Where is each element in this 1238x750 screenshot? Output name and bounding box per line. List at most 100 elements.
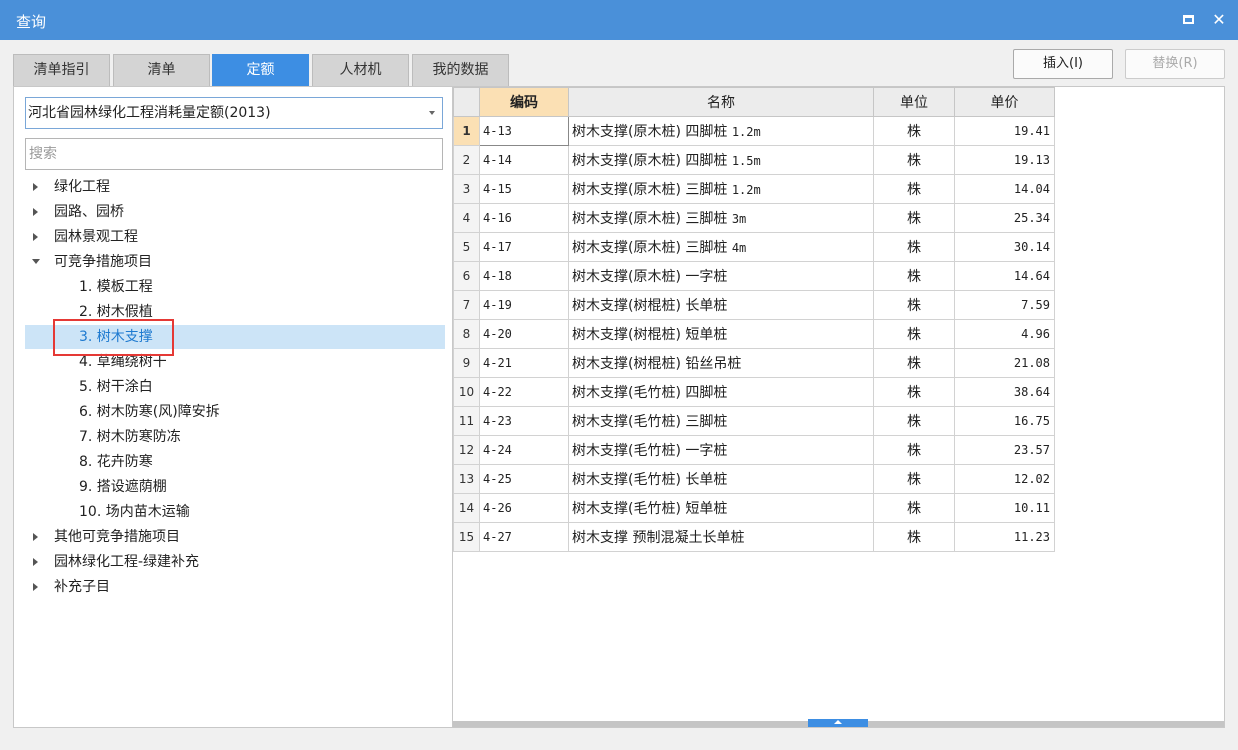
- quota-name-cell[interactable]: 树木支撑(原木桩) 一字桩: [568, 261, 874, 291]
- quota-name-cell[interactable]: 树木支撑(毛竹桩) 四脚桩: [568, 377, 874, 407]
- replace-button[interactable]: 替换(R): [1125, 49, 1225, 79]
- table-row[interactable]: 9 4-21 树木支撑(树棍桩) 铅丝吊桩 株 21.08: [453, 348, 1055, 378]
- quota-tree-panel: 河北省园林绿化工程消耗量定额(2013) 绿化工程园路、园桥园林景观工程可竞争措…: [13, 86, 452, 728]
- collapsed-triangle-icon[interactable]: [33, 558, 38, 566]
- search-input[interactable]: [25, 138, 443, 170]
- tree-item-child[interactable]: 8. 花卉防寒: [25, 450, 445, 474]
- tree-item-child[interactable]: 10. 场内苗木运输: [25, 500, 445, 524]
- quota-name-cell[interactable]: 树木支撑(原木桩) 三脚桩 3m: [568, 203, 874, 233]
- quota-name-cell[interactable]: 树木支撑(树棍桩) 短单桩: [568, 319, 874, 349]
- quota-name-cell[interactable]: 树木支撑(毛竹桩) 短单桩: [568, 493, 874, 523]
- table-row[interactable]: 11 4-23 树木支撑(毛竹桩) 三脚桩 株 16.75: [453, 406, 1055, 436]
- quota-name-cell[interactable]: 树木支撑(毛竹桩) 长单桩: [568, 464, 874, 494]
- tab-bill[interactable]: 清单: [113, 54, 210, 86]
- quota-price: 10.11: [954, 493, 1055, 523]
- tree-item[interactable]: 可竞争措施项目: [25, 250, 445, 274]
- close-button[interactable]: ✕: [1209, 10, 1229, 30]
- row-number: 8: [453, 319, 480, 349]
- table-row[interactable]: 1 4-13 树木支撑(原木桩) 四脚桩 1.2m 株 19.41: [453, 116, 1055, 146]
- row-number: 1: [453, 116, 480, 146]
- row-number: 11: [453, 406, 480, 436]
- quota-code[interactable]: 4-24: [479, 435, 569, 465]
- quota-code[interactable]: 4-26: [479, 493, 569, 523]
- tab-my-data[interactable]: 我的数据: [412, 54, 509, 86]
- collapsed-triangle-icon[interactable]: [33, 208, 38, 216]
- quota-library-select[interactable]: 河北省园林绿化工程消耗量定额(2013): [25, 97, 443, 129]
- quota-unit: 株: [873, 290, 955, 320]
- quota-unit: 株: [873, 406, 955, 436]
- maximize-button[interactable]: [1178, 10, 1198, 30]
- table-row[interactable]: 13 4-25 树木支撑(毛竹桩) 长单桩 株 12.02: [453, 464, 1055, 494]
- tree-item[interactable]: 园林景观工程: [25, 225, 445, 249]
- quota-code[interactable]: 4-17: [479, 232, 569, 262]
- column-header-unit[interactable]: 单位: [873, 87, 955, 117]
- quota-code[interactable]: 4-16: [479, 203, 569, 233]
- tree-item-child[interactable]: 7. 树木防寒防冻: [25, 425, 445, 449]
- quota-code[interactable]: 4-13: [479, 116, 569, 146]
- scrollbar-grip[interactable]: [808, 719, 868, 727]
- horizontal-scrollbar[interactable]: [453, 719, 1224, 727]
- row-number: 10: [453, 377, 480, 407]
- quota-name-cell[interactable]: 树木支撑(树棍桩) 铅丝吊桩: [568, 348, 874, 378]
- quota-code[interactable]: 4-22: [479, 377, 569, 407]
- tab-quota[interactable]: 定额: [212, 54, 309, 86]
- row-number: 15: [453, 522, 480, 552]
- quota-code[interactable]: 4-19: [479, 290, 569, 320]
- table-row[interactable]: 14 4-26 树木支撑(毛竹桩) 短单桩 株 10.11: [453, 493, 1055, 523]
- quota-code[interactable]: 4-14: [479, 145, 569, 175]
- quota-name-cell[interactable]: 树木支撑(原木桩) 三脚桩 4m: [568, 232, 874, 262]
- collapsed-triangle-icon[interactable]: [33, 183, 38, 191]
- quota-unit: 株: [873, 261, 955, 291]
- table-row[interactable]: 8 4-20 树木支撑(树棍桩) 短单桩 株 4.96: [453, 319, 1055, 349]
- quota-price: 14.64: [954, 261, 1055, 291]
- tree-item[interactable]: 其他可竞争措施项目: [25, 525, 445, 549]
- tree-item[interactable]: 园路、园桥: [25, 200, 445, 224]
- tree-item[interactable]: 绿化工程: [25, 175, 445, 199]
- tree-item-child[interactable]: 6. 树木防寒(风)障安拆: [25, 400, 445, 424]
- quota-name-cell[interactable]: 树木支撑(树棍桩) 长单桩: [568, 290, 874, 320]
- row-number: 4: [453, 203, 480, 233]
- table-row[interactable]: 4 4-16 树木支撑(原木桩) 三脚桩 3m 株 25.34: [453, 203, 1055, 233]
- quota-name-cell[interactable]: 树木支撑(毛竹桩) 一字桩: [568, 435, 874, 465]
- table-row[interactable]: 7 4-19 树木支撑(树棍桩) 长单桩 株 7.59: [453, 290, 1055, 320]
- quota-name: 树木支撑(毛竹桩) 一字桩: [572, 443, 728, 459]
- quota-name-cell[interactable]: 树木支撑(原木桩) 四脚桩 1.2m: [568, 116, 874, 146]
- quota-table-panel: 编码 名称 单位 单价 1 4-13 树木支撑(原木桩) 四脚桩 1.2m 株 19.4…: [452, 86, 1225, 728]
- quota-price: 25.34: [954, 203, 1055, 233]
- table-row[interactable]: 6 4-18 树木支撑(原木桩) 一字桩 株 14.64: [453, 261, 1055, 291]
- quota-code[interactable]: 4-27: [479, 522, 569, 552]
- tree-item-child[interactable]: 5. 树干涂白: [25, 375, 445, 399]
- tab-bill-guide[interactable]: 清单指引: [13, 54, 110, 86]
- quota-code[interactable]: 4-20: [479, 319, 569, 349]
- quota-code[interactable]: 4-15: [479, 174, 569, 204]
- column-header-price[interactable]: 单价: [954, 87, 1055, 117]
- table-row[interactable]: 3 4-15 树木支撑(原木桩) 三脚桩 1.2m 株 14.04: [453, 174, 1055, 204]
- tab-labor-material-machine[interactable]: 人材机: [312, 54, 409, 86]
- quota-name-cell[interactable]: 树木支撑(原木桩) 三脚桩 1.2m: [568, 174, 874, 204]
- table-row[interactable]: 12 4-24 树木支撑(毛竹桩) 一字桩 株 23.57: [453, 435, 1055, 465]
- tree-item[interactable]: 园林绿化工程-绿建补充: [25, 550, 445, 574]
- quota-name-cell[interactable]: 树木支撑 预制混凝土长单桩: [568, 522, 874, 552]
- quota-name-cell[interactable]: 树木支撑(原木桩) 四脚桩 1.5m: [568, 145, 874, 175]
- table-row[interactable]: 5 4-17 树木支撑(原木桩) 三脚桩 4m 株 30.14: [453, 232, 1055, 262]
- column-header-code[interactable]: 编码: [479, 87, 569, 117]
- tree-item-child[interactable]: 9. 搭设遮荫棚: [25, 475, 445, 499]
- table-row[interactable]: 10 4-22 树木支撑(毛竹桩) 四脚桩 株 38.64: [453, 377, 1055, 407]
- row-number: 6: [453, 261, 480, 291]
- collapsed-triangle-icon[interactable]: [33, 233, 38, 241]
- collapsed-triangle-icon[interactable]: [33, 533, 38, 541]
- tree-item[interactable]: 补充子目: [25, 575, 445, 599]
- table-row[interactable]: 15 4-27 树木支撑 预制混凝土长单桩 株 11.23: [453, 522, 1055, 552]
- quota-code[interactable]: 4-23: [479, 406, 569, 436]
- quota-code[interactable]: 4-25: [479, 464, 569, 494]
- column-header-name[interactable]: 名称: [568, 87, 874, 117]
- table-row[interactable]: 2 4-14 树木支撑(原木桩) 四脚桩 1.5m 株 19.13: [453, 145, 1055, 175]
- quota-code[interactable]: 4-21: [479, 348, 569, 378]
- quota-name-cell[interactable]: 树木支撑(毛竹桩) 三脚桩: [568, 406, 874, 436]
- collapsed-triangle-icon[interactable]: [33, 583, 38, 591]
- quota-code[interactable]: 4-18: [479, 261, 569, 291]
- tree-item-label: 5. 树干涂白: [79, 379, 153, 395]
- insert-button[interactable]: 插入(I): [1013, 49, 1113, 79]
- expanded-triangle-icon[interactable]: [32, 259, 40, 264]
- tree-item-child[interactable]: 1. 模板工程: [25, 275, 445, 299]
